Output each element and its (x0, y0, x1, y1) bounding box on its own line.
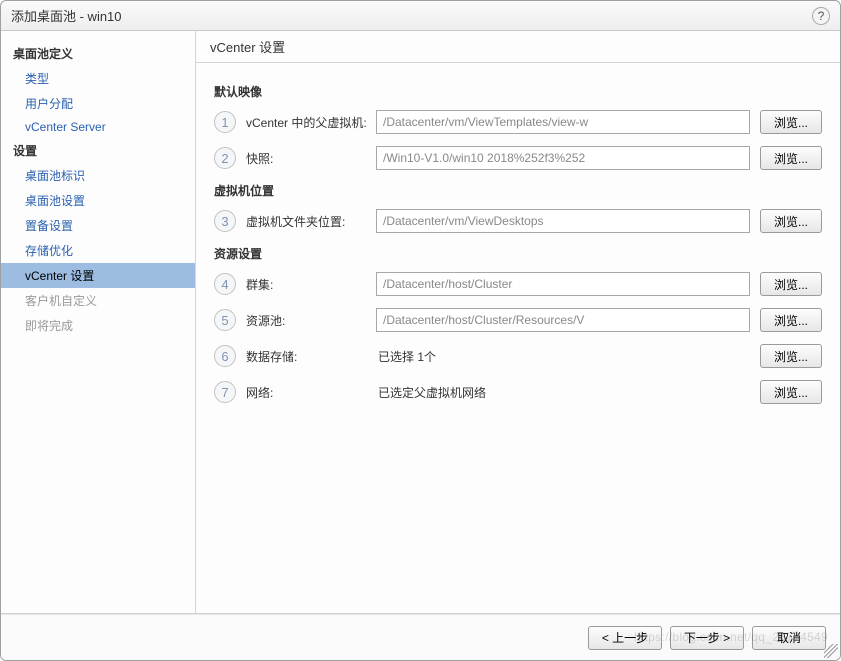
dialog-window: 添加桌面池 - win10 ? 桌面池定义 类型 用户分配 vCenter Se… (0, 0, 841, 661)
footer: < 上一步 下一步 > 取消 (1, 614, 840, 660)
browse-network-button[interactable]: 浏览... (760, 380, 822, 404)
row-snapshot: 2 快照: /Win10-V1.0/win10 2018%252f3%252 浏… (214, 146, 822, 170)
label-network: 网络: (246, 384, 376, 401)
main-header: vCenter 设置 (196, 31, 840, 63)
step-badge-1: 1 (214, 111, 236, 133)
sidebar-section-settings: 设置 (1, 138, 195, 163)
row-resource-pool: 5 资源池: /Datacenter/host/Cluster/Resource… (214, 308, 822, 332)
label-resource-pool: 资源池: (246, 312, 376, 329)
label-vm-folder: 虚拟机文件夹位置: (246, 213, 376, 230)
step-badge-3: 3 (214, 210, 236, 232)
input-snapshot[interactable]: /Win10-V1.0/win10 2018%252f3%252 (376, 146, 750, 170)
input-parent-vm[interactable]: /Datacenter/vm/ViewTemplates/view-w (376, 110, 750, 134)
row-vm-folder: 3 虚拟机文件夹位置: /Datacenter/vm/ViewDesktops … (214, 209, 822, 233)
prev-button[interactable]: < 上一步 (588, 626, 662, 650)
sidebar-item-user-assign[interactable]: 用户分配 (1, 91, 195, 116)
input-resource-pool[interactable]: /Datacenter/host/Cluster/Resources/V (376, 308, 750, 332)
row-datastore: 6 数据存储: 已选择 1个 浏览... (214, 344, 822, 368)
label-cluster: 群集: (246, 276, 376, 293)
sidebar-item-vcenter-server[interactable]: vCenter Server (1, 116, 195, 138)
next-button[interactable]: 下一步 > (670, 626, 744, 650)
main-panel: vCenter 设置 默认映像 1 vCenter 中的父虚拟机: /Datac… (196, 31, 840, 613)
browse-cluster-button[interactable]: 浏览... (760, 272, 822, 296)
row-network: 7 网络: 已选定父虚拟机网络 浏览... (214, 380, 822, 404)
browse-vm-folder-button[interactable]: 浏览... (760, 209, 822, 233)
browse-datastore-button[interactable]: 浏览... (760, 344, 822, 368)
dialog-body: 桌面池定义 类型 用户分配 vCenter Server 设置 桌面池标识 桌面… (1, 31, 840, 614)
step-badge-2: 2 (214, 147, 236, 169)
row-parent-vm: 1 vCenter 中的父虚拟机: /Datacenter/vm/ViewTem… (214, 110, 822, 134)
input-vm-folder[interactable]: /Datacenter/vm/ViewDesktops (376, 209, 750, 233)
sidebar-item-guest-custom: 客户机自定义 (1, 288, 195, 313)
resize-grip[interactable] (824, 644, 838, 658)
text-network: 已选定父虚拟机网络 (376, 384, 750, 401)
sidebar-item-vcenter-settings[interactable]: vCenter 设置 (1, 263, 195, 288)
label-snapshot: 快照: (246, 150, 376, 167)
help-icon[interactable]: ? (812, 7, 830, 25)
sidebar-section-definition: 桌面池定义 (1, 41, 195, 66)
sidebar-item-provisioning[interactable]: 置备设置 (1, 213, 195, 238)
section-title-default-image: 默认映像 (214, 83, 822, 100)
browse-snapshot-button[interactable]: 浏览... (760, 146, 822, 170)
label-datastore: 数据存储: (246, 348, 376, 365)
row-cluster: 4 群集: /Datacenter/host/Cluster 浏览... (214, 272, 822, 296)
sidebar: 桌面池定义 类型 用户分配 vCenter Server 设置 桌面池标识 桌面… (1, 31, 196, 613)
sidebar-item-pool-id[interactable]: 桌面池标识 (1, 163, 195, 188)
step-badge-7: 7 (214, 381, 236, 403)
step-badge-6: 6 (214, 345, 236, 367)
sidebar-item-ready: 即将完成 (1, 313, 195, 338)
browse-parent-vm-button[interactable]: 浏览... (760, 110, 822, 134)
step-badge-4: 4 (214, 273, 236, 295)
window-title: 添加桌面池 - win10 (11, 6, 122, 25)
cancel-button[interactable]: 取消 (752, 626, 826, 650)
input-cluster[interactable]: /Datacenter/host/Cluster (376, 272, 750, 296)
titlebar: 添加桌面池 - win10 ? (1, 1, 840, 31)
section-title-vm-location: 虚拟机位置 (214, 182, 822, 199)
sidebar-item-type[interactable]: 类型 (1, 66, 195, 91)
section-title-resource: 资源设置 (214, 245, 822, 262)
sidebar-item-pool-settings[interactable]: 桌面池设置 (1, 188, 195, 213)
browse-resource-pool-button[interactable]: 浏览... (760, 308, 822, 332)
step-badge-5: 5 (214, 309, 236, 331)
text-datastore: 已选择 1个 (376, 348, 750, 365)
label-parent-vm: vCenter 中的父虚拟机: (246, 114, 376, 131)
main-content: 默认映像 1 vCenter 中的父虚拟机: /Datacenter/vm/Vi… (196, 63, 840, 613)
sidebar-item-storage-opt[interactable]: 存储优化 (1, 238, 195, 263)
